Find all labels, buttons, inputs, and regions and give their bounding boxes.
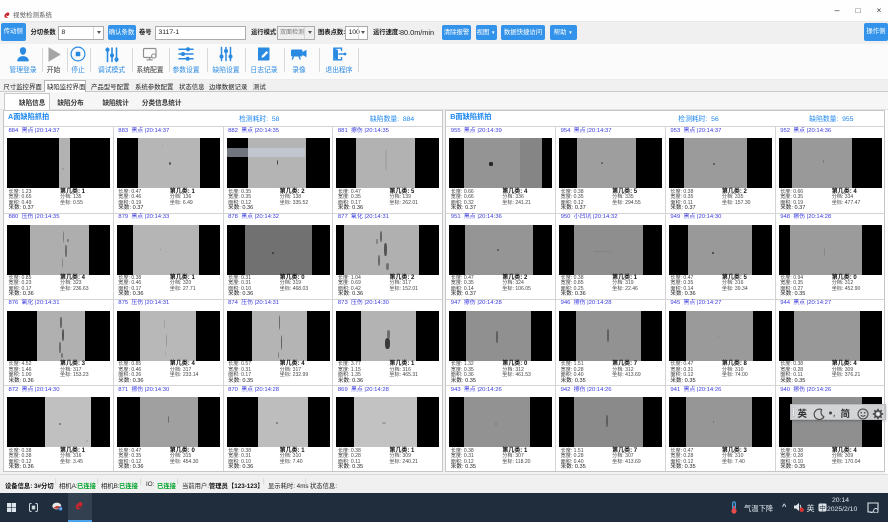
svg-text:中: 中 [819, 503, 826, 512]
